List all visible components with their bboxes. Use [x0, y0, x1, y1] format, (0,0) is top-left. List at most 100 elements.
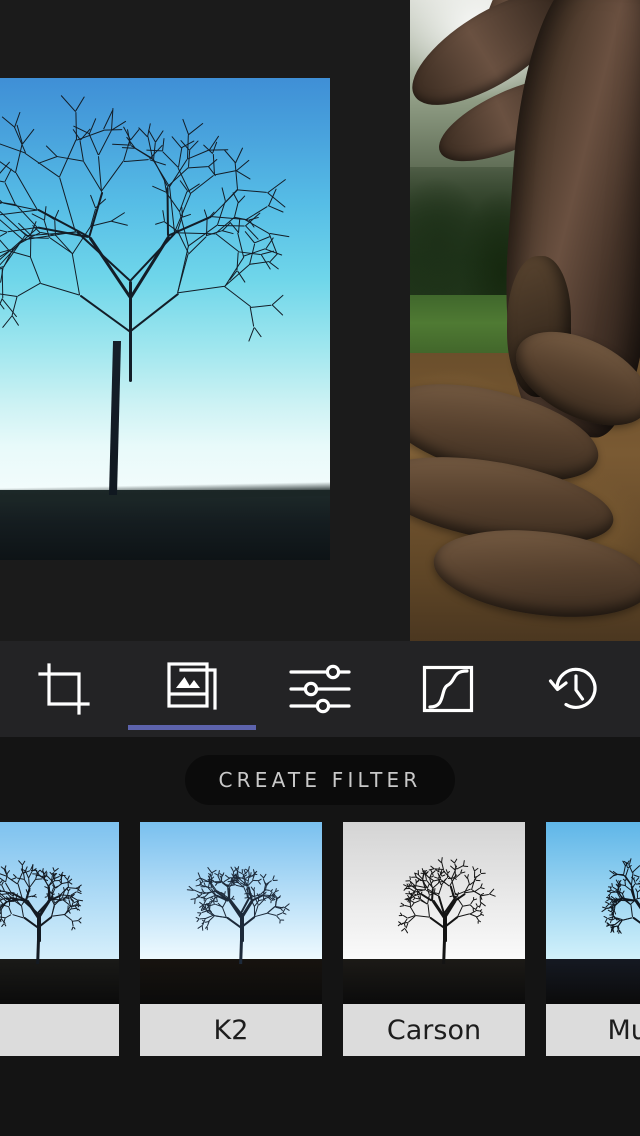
- filter-thumb-canopy: [186, 862, 290, 943]
- tree-branch: [614, 910, 617, 915]
- tree-branch: [181, 118, 189, 135]
- filter-label: [0, 1004, 119, 1056]
- tree-branch: [129, 128, 140, 141]
- tree-branch: [29, 878, 37, 889]
- tree-branch: [111, 220, 129, 226]
- tree-branch: [618, 930, 620, 935]
- tree-branch: [460, 871, 466, 874]
- tree-branch: [6, 869, 11, 875]
- tree-branch: [5, 913, 13, 919]
- tree-branch: [128, 235, 170, 299]
- canvas-area[interactable]: [0, 0, 640, 641]
- tree-branch: [21, 860, 25, 866]
- tool-filters[interactable]: [128, 641, 256, 737]
- tree-branch: [79, 140, 84, 162]
- tree-branch: [267, 906, 276, 914]
- tree-branch: [57, 156, 84, 162]
- tree-branch: [399, 905, 405, 908]
- filter-thumb-ground: [343, 958, 525, 1004]
- tree-branch: [63, 898, 68, 901]
- tree-branch: [611, 882, 613, 888]
- tree-branch: [621, 890, 625, 894]
- tree-branch: [22, 873, 25, 880]
- filter-thumbnail[interactable]: [343, 822, 525, 1004]
- tree-branch: [632, 916, 640, 929]
- tree-branch: [474, 867, 479, 872]
- tool-crop[interactable]: [0, 641, 128, 737]
- tree-branch: [480, 872, 486, 874]
- tree-branch: [262, 873, 267, 879]
- filter-thumbnail[interactable]: [546, 822, 640, 1004]
- editor-toolbar: [0, 641, 640, 737]
- curves-icon: [422, 665, 474, 713]
- tree-branch: [46, 145, 58, 158]
- tree-branch: [180, 206, 183, 217]
- tree-branch: [234, 162, 238, 190]
- filter-thumb-canopy: [397, 856, 496, 943]
- tree-branch: [447, 870, 450, 874]
- filter-label: K2: [140, 1004, 322, 1056]
- filter-card[interactable]: [0, 822, 119, 1056]
- photo-tree-roots[interactable]: [410, 0, 640, 641]
- tree-branch: [624, 867, 629, 877]
- tree-branch: [54, 219, 56, 236]
- filter-thumb-ground: [0, 958, 119, 1004]
- tree-branch: [463, 865, 469, 867]
- filter-thumb-ground: [546, 958, 640, 1004]
- tree-branch: [197, 912, 202, 914]
- filter-card[interactable]: K2: [140, 822, 322, 1056]
- tree-branch: [154, 129, 164, 143]
- tree-branch: [221, 230, 234, 235]
- tool-adjust[interactable]: [256, 641, 384, 737]
- tool-curves[interactable]: [384, 641, 512, 737]
- tree-branch: [634, 900, 640, 919]
- tree-branch: [15, 895, 17, 901]
- filter-card[interactable]: Muir: [546, 822, 640, 1056]
- tree-branch: [188, 224, 218, 247]
- tree-branch: [408, 890, 410, 894]
- tree-branch: [98, 130, 113, 156]
- tree-branch: [417, 869, 419, 875]
- tree-branch: [162, 150, 179, 168]
- filter-card[interactable]: Carson: [343, 822, 525, 1056]
- tree-branch: [271, 879, 278, 881]
- photo-edited-tree[interactable]: [0, 78, 330, 560]
- tree-branch: [22, 128, 35, 144]
- tool-history[interactable]: [512, 641, 640, 737]
- filter-thumbnail[interactable]: [0, 822, 119, 1004]
- tree-branch: [177, 286, 225, 295]
- tree-branch: [40, 282, 80, 296]
- tree-branch: [0, 923, 5, 927]
- tree-branch: [474, 880, 481, 882]
- tree-branch: [123, 159, 150, 162]
- filter-thumbnail[interactable]: [140, 822, 322, 1004]
- tree-branch: [68, 888, 71, 892]
- tree-branch: [253, 890, 255, 897]
- filter-thumb-canopy: [601, 858, 640, 942]
- create-filter-button[interactable]: CREATE FILTER: [184, 754, 456, 805]
- tree-branch: [177, 147, 183, 168]
- tree-branch: [254, 912, 269, 918]
- tree-branch: [111, 212, 126, 222]
- tree-branch: [209, 148, 229, 150]
- tree-branch: [246, 894, 248, 898]
- tree-branch: [415, 915, 430, 919]
- tree-branch: [258, 880, 262, 885]
- tree-branch: [617, 884, 619, 891]
- tree-branch: [187, 149, 210, 160]
- tree-branch: [225, 874, 230, 879]
- tree-branch: [12, 891, 14, 896]
- tree-branch: [274, 889, 279, 892]
- tree-branch: [17, 282, 41, 297]
- tree-branch: [480, 914, 485, 917]
- tree-branch: [263, 891, 267, 895]
- tree-branch: [279, 919, 281, 924]
- tree-branch: [148, 159, 166, 166]
- filter-strip[interactable]: K2 Carson Muir: [0, 822, 640, 1136]
- tree-branch: [188, 165, 209, 168]
- tree-branch: [479, 887, 485, 890]
- filter-label: Muir: [546, 1004, 640, 1056]
- tree-branch: [456, 891, 459, 896]
- tree-branch: [478, 920, 482, 923]
- create-filter-row: CREATE FILTER: [0, 737, 640, 822]
